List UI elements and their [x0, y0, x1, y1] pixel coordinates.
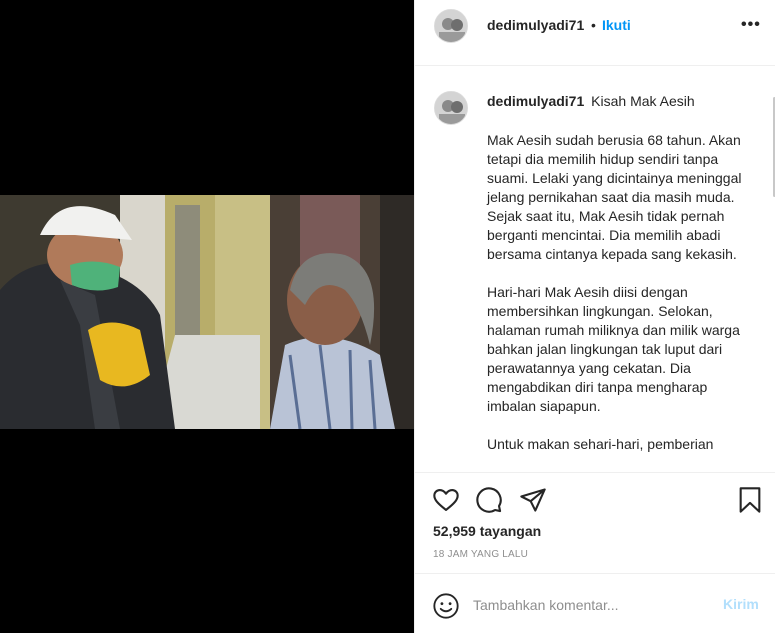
- video-frame-image: [0, 195, 414, 429]
- comment-input[interactable]: [473, 594, 703, 616]
- post-timestamp[interactable]: 18 JAM YANG LALU: [433, 549, 528, 560]
- caption-username[interactable]: dedimulyadi71: [487, 93, 584, 109]
- media-viewer: [0, 0, 414, 633]
- caption-paragraph: Mak Aesih sudah berusia 68 tahun. Akan t…: [487, 132, 742, 262]
- avatar-image: [435, 10, 467, 42]
- caption-paragraph: Untuk makan sehari-hari, pemberian: [487, 436, 714, 452]
- post-comment-button[interactable]: Kirim: [723, 596, 759, 612]
- heart-icon[interactable]: [432, 486, 460, 514]
- caption-heading: dedimulyadi71 Kisah Mak Aesih: [487, 93, 695, 109]
- video-player[interactable]: [0, 195, 414, 429]
- follow-button[interactable]: Ikuti: [602, 17, 631, 33]
- comment-bar: Kirim: [415, 573, 775, 633]
- caption-area[interactable]: dedimulyadi71 Kisah Mak Aesih Mak Aesih …: [415, 67, 775, 472]
- comment-icon[interactable]: [475, 486, 503, 514]
- action-bar: 52,959 tayangan 18 JAM YANG LALU: [415, 472, 775, 573]
- avatar[interactable]: [434, 9, 468, 43]
- avatar-image: [435, 92, 467, 124]
- bookmark-icon[interactable]: [736, 486, 764, 514]
- emoji-icon[interactable]: [432, 592, 460, 620]
- header-username[interactable]: dedimulyadi71: [487, 17, 584, 33]
- caption-paragraph: Hari-hari Mak Aesih diisi dengan members…: [487, 284, 740, 414]
- more-horizontal-icon[interactable]: •••: [741, 16, 761, 34]
- post-panel: dedimulyadi71 • Ikuti ••• dedimulyadi71 …: [414, 0, 775, 633]
- post-header: dedimulyadi71 • Ikuti •••: [415, 0, 775, 66]
- share-icon[interactable]: [519, 486, 547, 514]
- separator-dot: •: [591, 17, 596, 33]
- view-count[interactable]: 52,959 tayangan: [433, 523, 541, 539]
- caption-body: Mak Aesih sudah berusia 68 tahun. Akan t…: [487, 131, 747, 472]
- caption-avatar[interactable]: [434, 91, 468, 125]
- caption-title: Kisah Mak Aesih: [591, 93, 695, 109]
